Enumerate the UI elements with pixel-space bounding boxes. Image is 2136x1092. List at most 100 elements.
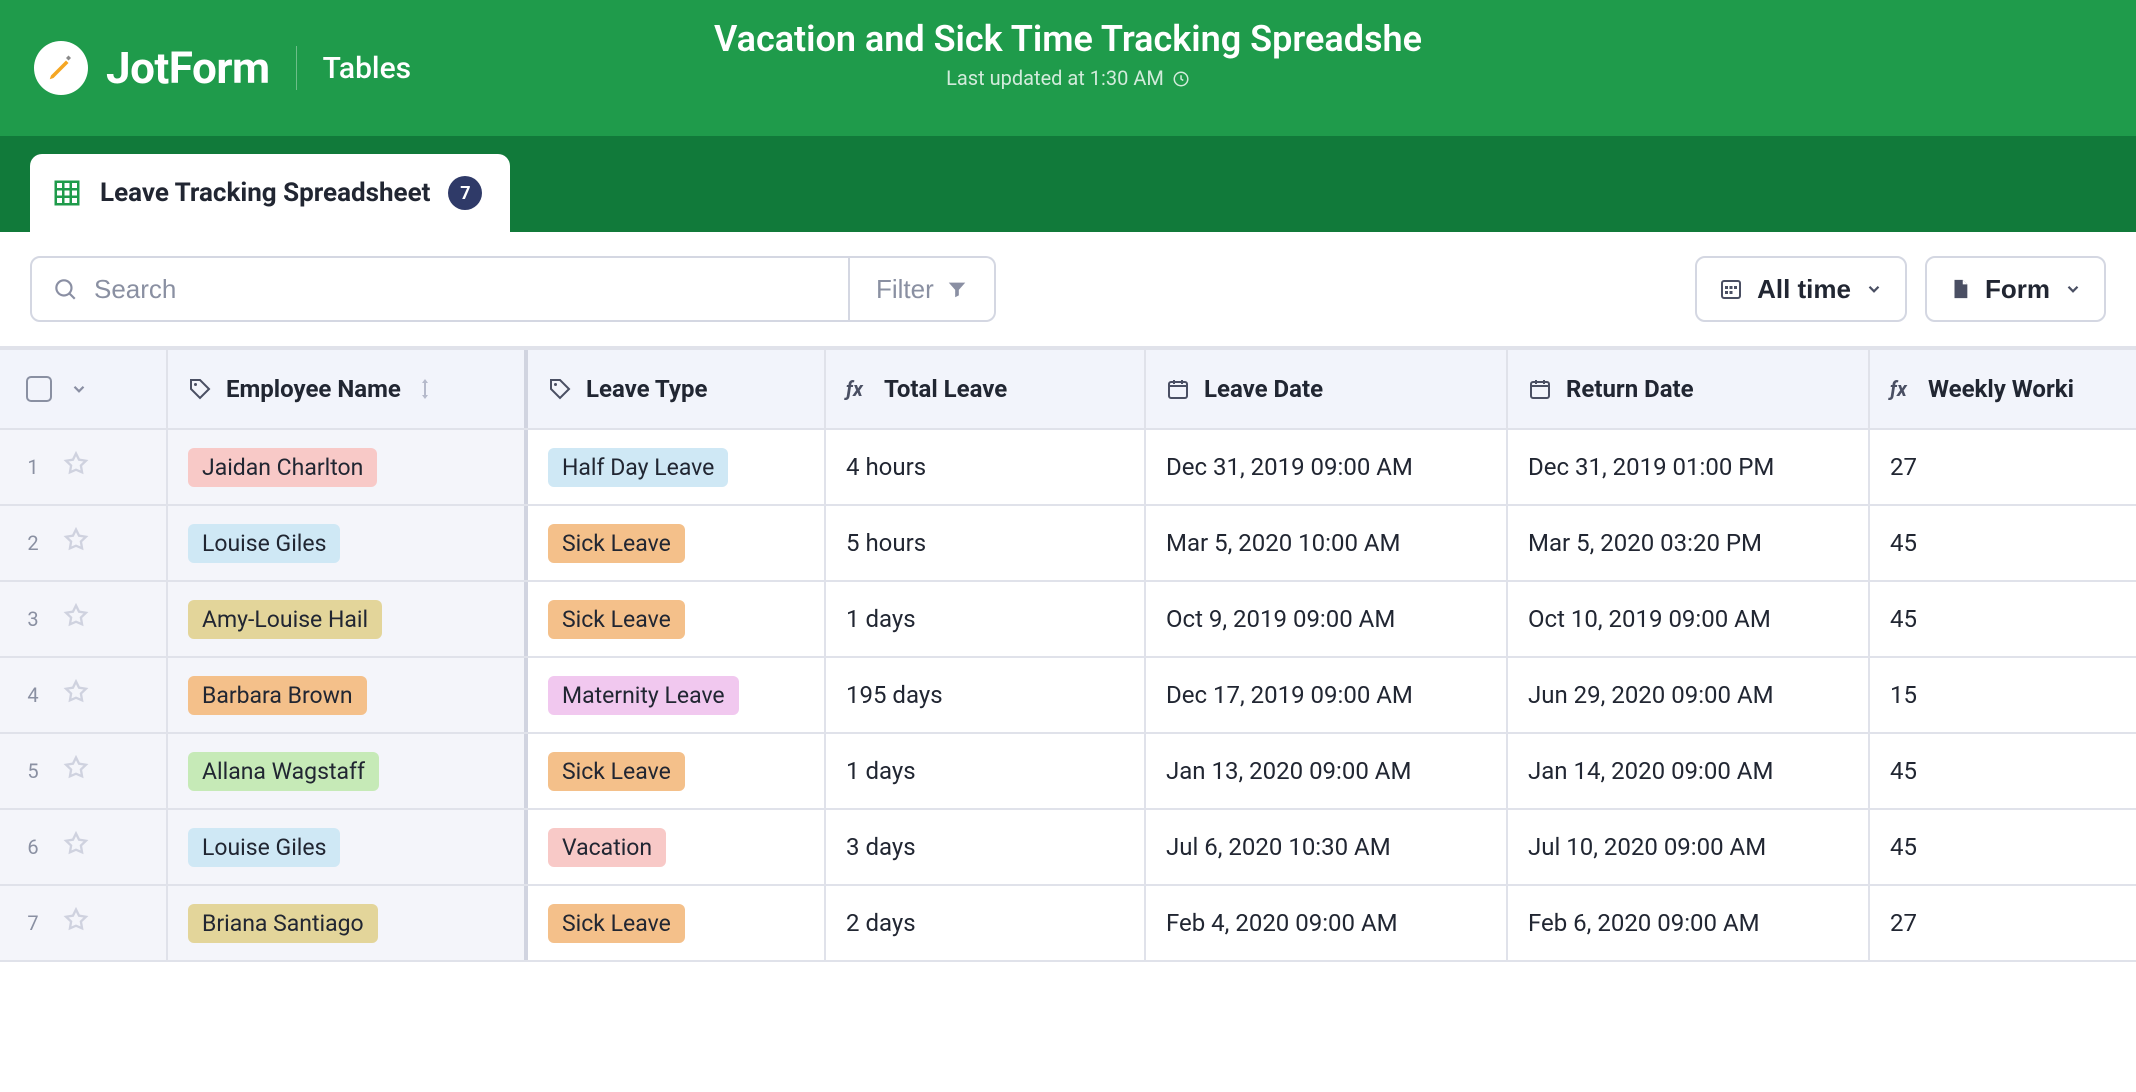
column-header-weekly[interactable]: ƒx Weekly Worki	[1870, 350, 2136, 428]
row-number: 6	[26, 835, 40, 859]
page-title[interactable]: Vacation and Sick Time Tracking Spreadsh…	[714, 18, 1422, 60]
column-header-leave-date[interactable]: Leave Date	[1146, 350, 1508, 428]
search-box[interactable]	[30, 256, 850, 322]
star-icon[interactable]	[62, 678, 90, 712]
employee-pill: Barbara Brown	[188, 676, 367, 715]
toolbar: Filter All time Form	[0, 232, 2136, 348]
select-all-checkbox[interactable]	[26, 376, 52, 402]
table-row[interactable]: 4 Barbara Brown Maternity Leave195 daysDec…	[0, 658, 2136, 734]
cell-employee[interactable]: Briana Santiago	[168, 886, 528, 960]
logo[interactable]: JotForm	[34, 41, 270, 95]
timerange-dropdown[interactable]: All time	[1695, 256, 1907, 322]
star-icon[interactable]	[62, 602, 90, 636]
top-banner: JotForm Tables Vacation and Sick Time Tr…	[0, 0, 2136, 136]
cell-return-date[interactable]: Oct 10, 2019 09:00 AM	[1508, 582, 1870, 656]
column-label: Leave Type	[586, 375, 707, 403]
cell-leave-date[interactable]: Oct 9, 2019 09:00 AM	[1146, 582, 1508, 656]
cell-employee[interactable]: Amy-Louise Hail	[168, 582, 528, 656]
cell-leave-type[interactable]: Sick Leave	[528, 734, 826, 808]
row-gutter: 7	[0, 886, 168, 960]
cell-return-date[interactable]: Jul 10, 2020 09:00 AM	[1508, 810, 1870, 884]
cell-weekly[interactable]: 45	[1870, 506, 2136, 580]
cell-return-date[interactable]: Jan 14, 2020 09:00 AM	[1508, 734, 1870, 808]
tab-strip: Leave Tracking Spreadsheet 7	[0, 136, 2136, 232]
cell-leave-date[interactable]: Dec 17, 2019 09:00 AM	[1146, 658, 1508, 732]
star-icon[interactable]	[62, 450, 90, 484]
leave-type-pill: Vacation	[548, 828, 666, 867]
cell-return-date[interactable]: Feb 6, 2020 09:00 AM	[1508, 886, 1870, 960]
table-row[interactable]: 5 Allana WagstaffSick Leave1 daysJan 13, …	[0, 734, 2136, 810]
star-icon[interactable]	[62, 906, 90, 940]
row-number: 4	[26, 683, 40, 707]
cell-leave-type[interactable]: Maternity Leave	[528, 658, 826, 732]
table-row[interactable]: 1Jaidan CharltonHalf Day Leave4 hoursDec…	[0, 430, 2136, 506]
search-input[interactable]	[92, 273, 828, 306]
cell-weekly[interactable]: 45	[1870, 582, 2136, 656]
cell-total-leave[interactable]: 3 days	[826, 810, 1146, 884]
table-row[interactable]: 3Amy-Louise HailSick Leave1 daysOct 9, 2…	[0, 582, 2136, 658]
column-header-return-date[interactable]: Return Date	[1508, 350, 1870, 428]
cell-return-date[interactable]: Dec 31, 2019 01:00 PM	[1508, 430, 1870, 504]
column-header-total-leave[interactable]: ƒx Total Leave	[826, 350, 1146, 428]
filter-button[interactable]: Filter	[850, 256, 996, 322]
cell-leave-date[interactable]: Mar 5, 2020 10:00 AM	[1146, 506, 1508, 580]
cursor-icon	[421, 376, 429, 402]
cell-total-leave[interactable]: 5 hours	[826, 506, 1146, 580]
row-number: 5	[26, 759, 40, 783]
chevron-down-icon[interactable]	[70, 380, 88, 398]
employee-pill: Jaidan Charlton	[188, 448, 377, 487]
document-icon	[1949, 277, 1971, 301]
table-row[interactable]: 2Louise GilesSick Leave5 hoursMar 5, 202…	[0, 506, 2136, 582]
cell-weekly[interactable]: 27	[1870, 886, 2136, 960]
cell-weekly[interactable]: 45	[1870, 810, 2136, 884]
column-label: Employee Name	[226, 375, 401, 403]
star-icon[interactable]	[62, 830, 90, 864]
cell-total-leave[interactable]: 2 days	[826, 886, 1146, 960]
leave-type-pill: Sick Leave	[548, 600, 685, 639]
cell-weekly[interactable]: 27	[1870, 430, 2136, 504]
cell-employee[interactable]: Barbara Brown	[168, 658, 528, 732]
table-row[interactable]: 7 Briana Santiago Sick Leave 2 daysFeb 4, 2…	[0, 886, 2136, 962]
tab-leave-tracking[interactable]: Leave Tracking Spreadsheet 7	[30, 154, 510, 232]
cell-employee[interactable]: Allana Wagstaff	[168, 734, 528, 808]
table-row[interactable]: 6 Louise Giles Vacation 3 daysJul 6, 2020 1…	[0, 810, 2136, 886]
column-header-employee[interactable]: Employee Name	[168, 350, 528, 428]
form-dropdown[interactable]: Form	[1925, 256, 2106, 322]
row-gutter: 2	[0, 506, 168, 580]
row-number: 1	[26, 455, 40, 479]
cell-return-date[interactable]: Mar 5, 2020 03:20 PM	[1508, 506, 1870, 580]
cell-total-leave[interactable]: 1 days	[826, 734, 1146, 808]
logo-text: JotForm	[106, 42, 270, 94]
column-label: Total Leave	[884, 375, 1007, 403]
cell-leave-date[interactable]: Jan 13, 2020 09:00 AM	[1146, 734, 1508, 808]
calendar-grid-icon	[1719, 277, 1743, 301]
leave-type-pill: Sick Leave	[548, 904, 685, 943]
cell-total-leave[interactable]: 1 days	[826, 582, 1146, 656]
cell-total-leave[interactable]: 195 days	[826, 658, 1146, 732]
cell-weekly[interactable]: 45	[1870, 734, 2136, 808]
cell-weekly[interactable]: 15	[1870, 658, 2136, 732]
timerange-label: All time	[1757, 274, 1851, 305]
search-filter-group: Filter	[30, 256, 996, 322]
cell-leave-type[interactable]: Sick Leave	[528, 886, 826, 960]
cell-employee[interactable]: Louise Giles	[168, 810, 528, 884]
cell-employee[interactable]: Jaidan Charlton	[168, 430, 528, 504]
fx-icon: ƒx	[1890, 377, 1914, 401]
cell-leave-date[interactable]: Dec 31, 2019 09:00 AM	[1146, 430, 1508, 504]
column-header-leave-type[interactable]: Leave Type	[528, 350, 826, 428]
cell-leave-type[interactable]: Sick Leave	[528, 582, 826, 656]
funnel-icon	[946, 278, 968, 300]
cell-total-leave[interactable]: 4 hours	[826, 430, 1146, 504]
star-icon[interactable]	[62, 526, 90, 560]
cell-leave-type[interactable]: Half Day Leave	[528, 430, 826, 504]
row-number: 7	[26, 911, 40, 935]
cell-return-date[interactable]: Jun 29, 2020 09:00 AM	[1508, 658, 1870, 732]
cell-leave-date[interactable]: Feb 4, 2020 09:00 AM	[1146, 886, 1508, 960]
table-body: 1Jaidan CharltonHalf Day Leave4 hoursDec…	[0, 430, 2136, 962]
pencil-icon	[46, 53, 76, 83]
star-icon[interactable]	[62, 754, 90, 788]
cell-leave-date[interactable]: Jul 6, 2020 10:30 AM	[1146, 810, 1508, 884]
cell-leave-type[interactable]: Vacation	[528, 810, 826, 884]
cell-leave-type[interactable]: Sick Leave	[528, 506, 826, 580]
cell-employee[interactable]: Louise Giles	[168, 506, 528, 580]
